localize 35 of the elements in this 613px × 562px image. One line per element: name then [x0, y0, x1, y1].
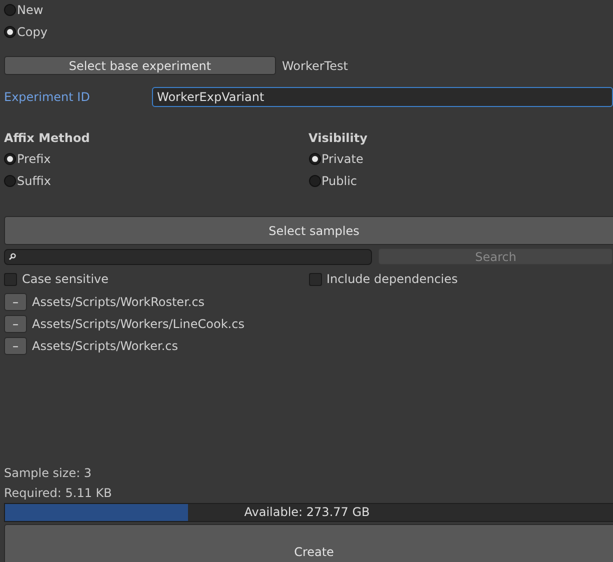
radio-label: Prefix — [17, 152, 51, 166]
base-experiment-value: WorkerTest — [282, 58, 348, 72]
remove-button[interactable]: – — [4, 337, 27, 355]
sample-size-text: Sample size: 3 — [4, 465, 93, 482]
radio-label: Public — [322, 174, 358, 188]
checkbox-label: Case sensitive — [22, 272, 109, 286]
radio-button[interactable] — [4, 153, 16, 165]
remove-button[interactable]: – — [4, 315, 27, 333]
available-space-text: Available: 273.77 GB — [243, 504, 371, 521]
experiment-id-label: Experiment ID — [4, 90, 91, 104]
required-size-text: Required: 5.11 KB — [4, 485, 113, 502]
radio-button[interactable] — [308, 153, 320, 165]
radio-button[interactable] — [4, 175, 16, 187]
radio-label: Suffix — [17, 174, 51, 188]
checkbox-label: Include dependencies — [326, 272, 458, 286]
radio-button[interactable] — [4, 4, 16, 16]
sample-path: Assets/Scripts/Workers/LineCook.cs — [32, 317, 244, 331]
select-base-button[interactable]: Select base experiment — [4, 56, 276, 75]
radio-button[interactable] — [308, 175, 320, 187]
checkbox[interactable] — [308, 272, 322, 286]
remove-button[interactable]: – — [4, 293, 27, 311]
radio-label: Copy — [17, 25, 48, 39]
group-title: Affix Method — [4, 130, 91, 147]
search-icon — [9, 253, 16, 260]
experiment-id-field[interactable]: WorkerExpVariant — [152, 87, 613, 107]
create-button[interactable]: Create — [4, 524, 613, 562]
radio-label: Private — [322, 152, 364, 166]
select-samples-button[interactable]: Select samples — [4, 216, 613, 245]
radio-label: New — [17, 3, 44, 17]
sample-path: Assets/Scripts/Worker.cs — [32, 339, 178, 353]
group-title: Visibility — [308, 130, 368, 147]
radio-button[interactable] — [4, 26, 16, 38]
sample-path: Assets/Scripts/WorkRoster.cs — [32, 295, 205, 309]
checkbox[interactable] — [4, 272, 17, 286]
search-field[interactable] — [4, 248, 372, 264]
